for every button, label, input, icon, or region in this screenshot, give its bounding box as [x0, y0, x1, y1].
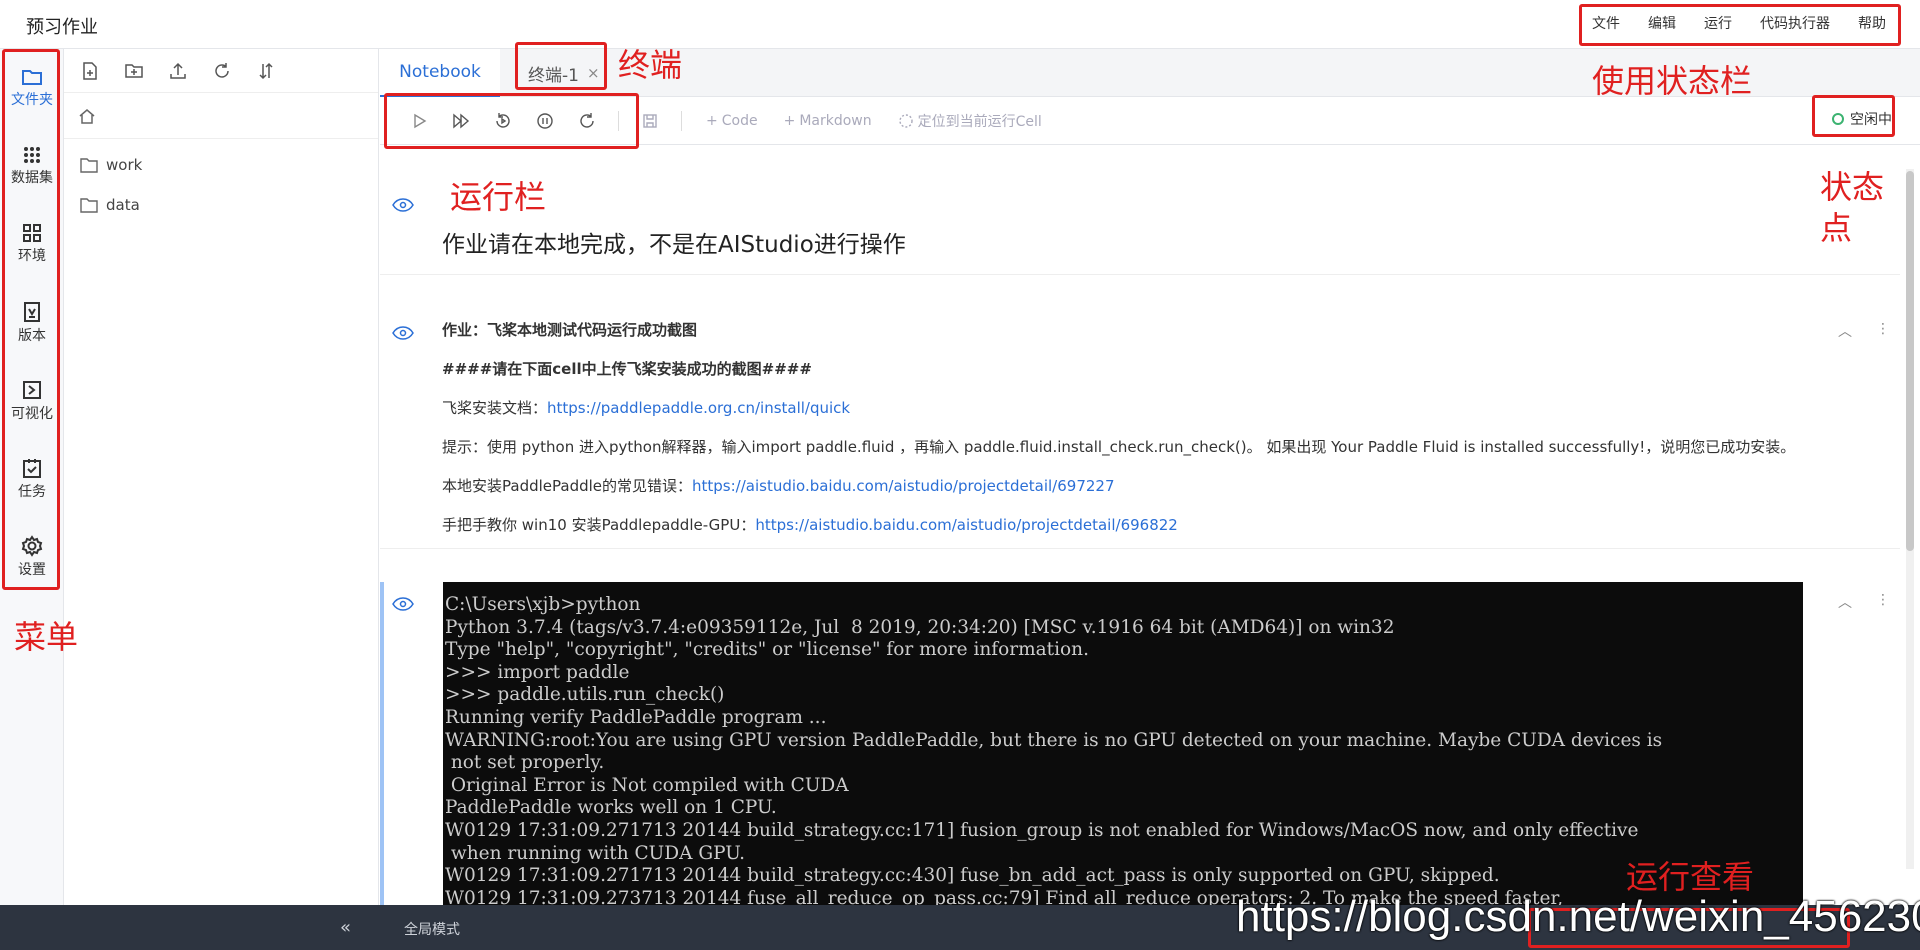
- new-folder-button[interactable]: [122, 59, 146, 83]
- new-file-icon: [83, 61, 97, 80]
- folder-icon: [80, 158, 98, 173]
- cell-list: 作业请在本地完成，不是在AIStudio进行操作 ︿ ⋮ 作业：飞桨本地测试代码…: [380, 145, 1900, 905]
- common-errors-link[interactable]: https://aistudio.baidu.com/aistudio/proj…: [692, 477, 1114, 495]
- new-file-button[interactable]: [78, 59, 102, 83]
- environment-icon: [23, 224, 41, 242]
- menu-edit[interactable]: 编辑: [1634, 13, 1690, 33]
- file-item-data[interactable]: data: [64, 185, 378, 225]
- gpu-guide-link[interactable]: https://aistudio.baidu.com/aistudio/proj…: [755, 516, 1177, 534]
- menu-run[interactable]: 运行: [1690, 13, 1746, 33]
- collapse-cell-icon[interactable]: ︿: [1838, 321, 1852, 341]
- upload-icon: [170, 62, 186, 79]
- markdown-cell[interactable]: ︿ ⋮ 作业：飞桨本地测试代码运行成功截图 ####请在下面cell中上传飞桨安…: [380, 311, 1900, 549]
- menu-bar: 文件 编辑 运行 代码执行器 帮助: [1578, 13, 1900, 33]
- cell-controls: ︿ ⋮: [1838, 321, 1890, 341]
- app-title: 预习作业: [26, 17, 98, 38]
- scrollbar-thumb[interactable]: [1906, 171, 1914, 551]
- cell-subtitle: ####请在下面cell中上传飞桨安装成功的截图####: [442, 360, 812, 378]
- run-cell-button[interactable]: [398, 106, 440, 136]
- eye-icon[interactable]: [392, 325, 414, 341]
- vertical-scrollbar[interactable]: [1904, 149, 1916, 889]
- sort-button[interactable]: [254, 59, 278, 83]
- run-toolbar: + Code + Markdown 定位到当前运行Cell 空闲中: [380, 97, 1920, 145]
- upload-button[interactable]: [166, 59, 190, 83]
- status-label: 空闲中: [1850, 112, 1892, 128]
- play-icon: [414, 113, 427, 128]
- restart-button[interactable]: [566, 106, 608, 136]
- gpu-guide-line: 手把手教你 win10 安装Paddlepaddle-GPU：https://a…: [442, 516, 1178, 534]
- rail-item-environment[interactable]: 环境: [0, 213, 64, 277]
- add-code-button[interactable]: + Code: [706, 113, 758, 129]
- cell-heading: 作业请在本地完成，不是在AIStudio进行操作: [442, 232, 906, 258]
- pause-icon: [537, 112, 553, 129]
- toolbar-divider: [681, 110, 682, 131]
- menu-kernel[interactable]: 代码执行器: [1746, 13, 1844, 33]
- run-all-button[interactable]: [440, 106, 482, 136]
- interrupt-button[interactable]: [524, 106, 566, 136]
- eye-icon[interactable]: [392, 197, 414, 213]
- global-mode-label[interactable]: 全局模式: [404, 919, 460, 939]
- locate-icon: [898, 113, 913, 128]
- status-dot: [1832, 113, 1844, 125]
- sort-icon: [259, 62, 273, 79]
- markdown-cell[interactable]: 作业请在本地完成，不是在AIStudio进行操作: [380, 179, 1900, 275]
- common-errors-line: 本地安装PaddlePaddle的常见错误：https://aistudio.b…: [442, 477, 1115, 495]
- install-doc-line: 飞桨安装文档：https://paddlepaddle.org.cn/insta…: [442, 399, 851, 417]
- activity-rail: 文件夹 数据集 环境 版本 可视化 任务 设置: [0, 49, 64, 905]
- restart-run-icon: [496, 112, 510, 128]
- image-cell[interactable]: C:\Users\xjb>python Python 3.7.4 (tags/v…: [380, 582, 1900, 905]
- cell-title: 作业：飞桨本地测试代码运行成功截图: [442, 321, 698, 339]
- add-markdown-button[interactable]: + Markdown: [784, 113, 872, 129]
- plus-icon: +: [783, 112, 796, 129]
- more-icon[interactable]: ⋮: [1876, 321, 1890, 341]
- tab-notebook[interactable]: Notebook: [380, 49, 500, 97]
- visualize-icon: [23, 381, 41, 399]
- rail-item-folder[interactable]: 文件夹: [0, 57, 64, 121]
- tab-bar: Notebook 终端-1 ×: [380, 49, 1920, 97]
- save-icon: [643, 113, 657, 128]
- install-doc-link[interactable]: https://paddlepaddle.org.cn/install/quic…: [547, 399, 850, 417]
- tab-terminal[interactable]: 终端-1 ×: [520, 49, 608, 97]
- more-icon[interactable]: ⋮: [1876, 592, 1890, 612]
- top-bar: 预习作业 文件 编辑 运行 代码执行器 帮助: [0, 0, 1920, 49]
- file-panel: work data: [64, 49, 379, 905]
- cell-controls: ︿ ⋮: [1838, 592, 1890, 612]
- console-screenshot: C:\Users\xjb>python Python 3.7.4 (tags/v…: [443, 582, 1803, 905]
- new-folder-icon: [125, 63, 143, 78]
- version-icon: [24, 302, 40, 322]
- restart-run-button[interactable]: [482, 106, 524, 136]
- rail-item-task[interactable]: 任务: [0, 447, 64, 511]
- plus-icon: +: [706, 112, 718, 129]
- save-button[interactable]: [629, 106, 671, 136]
- refresh-icon: [580, 112, 594, 128]
- rail-item-version[interactable]: 版本: [0, 291, 64, 355]
- home-icon: [79, 108, 95, 124]
- bottom-bar: « 全局模式: [0, 905, 1920, 950]
- folder-icon: [80, 198, 98, 213]
- close-icon[interactable]: ×: [587, 64, 600, 82]
- dataset-icon: [24, 147, 40, 163]
- folder-icon: [22, 70, 42, 85]
- toolbar-divider: [618, 110, 619, 131]
- menu-help[interactable]: 帮助: [1844, 13, 1900, 33]
- refresh-button[interactable]: [210, 59, 234, 83]
- rail-item-visualize[interactable]: 可视化: [0, 369, 64, 433]
- menu-file[interactable]: 文件: [1578, 13, 1634, 33]
- file-item-work[interactable]: work: [64, 145, 378, 185]
- refresh-icon: [215, 62, 229, 78]
- eye-icon[interactable]: [392, 596, 414, 612]
- collapse-sidebar-icon[interactable]: «: [340, 917, 351, 938]
- collapse-cell-icon[interactable]: ︿: [1838, 592, 1852, 612]
- fast-forward-icon: [453, 112, 470, 129]
- rail-item-dataset[interactable]: 数据集: [0, 135, 64, 199]
- kernel-status: 空闲中: [1832, 109, 1892, 129]
- file-toolbar: [64, 49, 378, 93]
- notebook-area: Notebook 终端-1 × + Code + Markdown 定位到当前运行C…: [380, 49, 1920, 905]
- rail-item-settings[interactable]: 设置: [0, 525, 64, 589]
- gear-icon: [21, 535, 43, 557]
- task-icon: [23, 459, 41, 478]
- home-breadcrumb[interactable]: [64, 93, 378, 139]
- tip-line: 提示：使用 python 进入python解释器，输入import paddle…: [442, 438, 1796, 456]
- locate-running-cell-button[interactable]: 定位到当前运行Cell: [898, 111, 1042, 131]
